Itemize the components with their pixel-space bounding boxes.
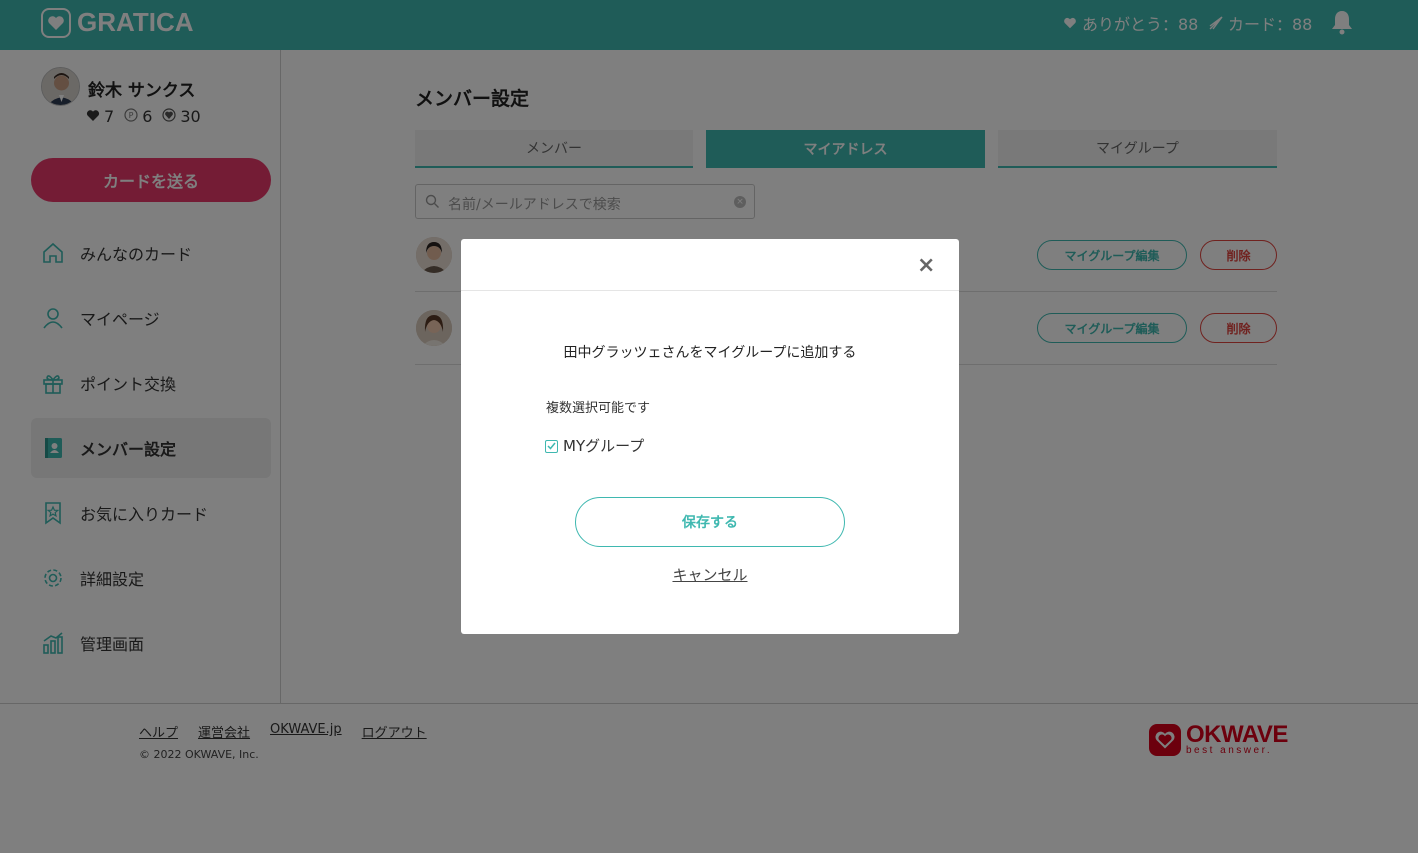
dialog-title: 田中グラッツェさんをマイグループに追加する <box>563 345 857 361</box>
checkbox-checked-icon[interactable] <box>545 439 558 453</box>
add-to-group-dialog: × 田中グラッツェさんをマイグループに追加する 複数選択可能です MYグループ … <box>461 239 959 634</box>
close-icon[interactable]: × <box>917 255 935 277</box>
cancel-link[interactable]: キャンセル <box>461 564 959 585</box>
dialog-note: 複数選択可能です <box>546 401 651 416</box>
save-button[interactable]: 保存する <box>575 497 845 547</box>
group-option-label: MYグループ <box>563 437 645 455</box>
group-option-my-group[interactable]: MYグループ <box>545 435 644 456</box>
dialog-header: × <box>461 239 959 291</box>
